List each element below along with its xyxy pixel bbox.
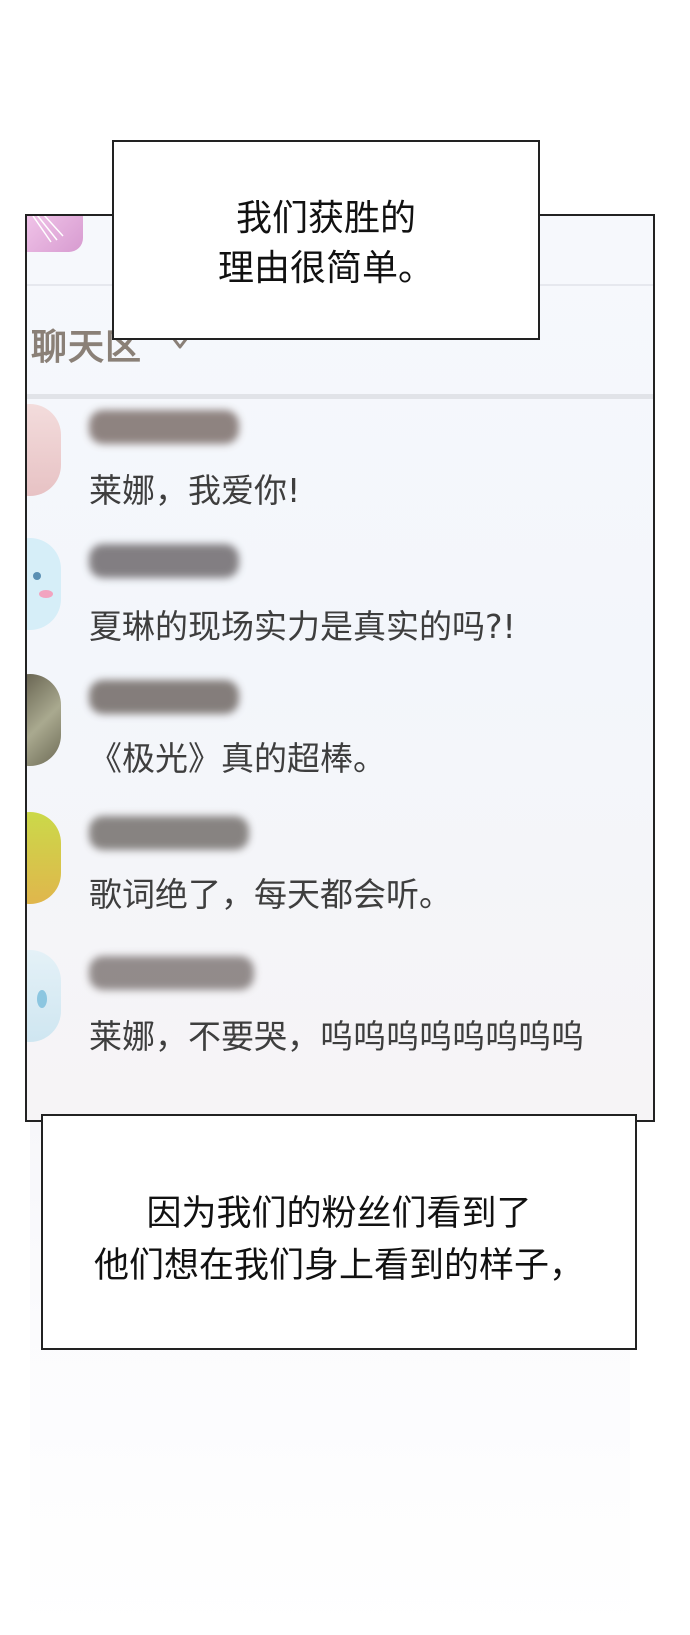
- message-text: 歌词绝了，每天都会听。: [89, 875, 452, 914]
- blurred-nickname: [89, 956, 254, 990]
- message-text: 《极光》真的超棒。: [89, 739, 386, 778]
- narration-box-bottom: 因为我们的粉丝们看到了 他们想在我们身上看到的样子，: [41, 1114, 637, 1350]
- blurred-nickname: [89, 680, 239, 714]
- chat-message: 夏琳的现场实力是真实的吗?!: [27, 538, 653, 678]
- blurred-nickname: [89, 410, 239, 444]
- blurred-nickname: [89, 544, 239, 578]
- avatar: [27, 404, 61, 496]
- caption-line: 他们想在我们身上看到的样子，: [93, 1246, 584, 1286]
- blurred-nickname: [89, 816, 249, 850]
- chat-screen: 聊天区 莱娜，我爱你! 夏琳的现场实力是真实的吗?! 《极光》真的超棒。 歌词绝…: [25, 214, 655, 1122]
- caption-line: 我们获胜的: [235, 198, 416, 239]
- chat-message: 歌词绝了，每天都会听。: [27, 812, 653, 952]
- message-text: 莱娜，不要哭，呜呜呜呜呜呜呜呜: [89, 1017, 584, 1056]
- message-text: 夏琳的现场实力是真实的吗?!: [89, 607, 516, 646]
- caption-line: 理由很简单。: [217, 248, 434, 289]
- chat-message: 莱娜，不要哭，呜呜呜呜呜呜呜呜: [27, 948, 653, 1088]
- narration-box-top: 我们获胜的 理由很简单。: [112, 140, 540, 340]
- avatar: [27, 950, 61, 1042]
- sparkle-icon: [32, 216, 64, 243]
- avatar: [27, 538, 61, 630]
- message-text: 莱娜，我爱你!: [89, 471, 301, 510]
- avatar: [27, 812, 61, 904]
- thumbnail-image: [27, 216, 83, 252]
- avatar: [27, 674, 61, 766]
- caption-line: 因为我们的粉丝们看到了: [146, 1194, 532, 1234]
- chat-message: 《极光》真的超棒。: [27, 674, 653, 816]
- chat-message: 莱娜，我爱你!: [27, 398, 653, 538]
